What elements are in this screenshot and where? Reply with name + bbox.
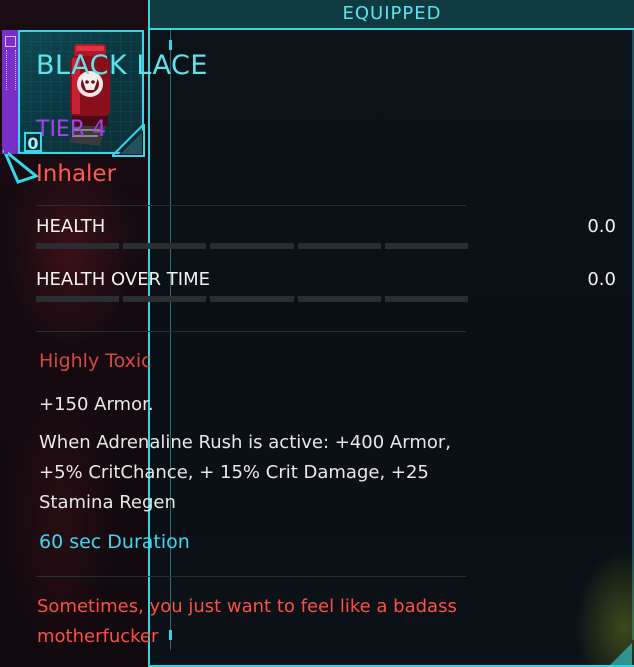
tooltip-corner-accent [610,643,632,665]
stat-bar-health [36,243,469,249]
divider [36,576,466,577]
stat-label-health: HEALTH [36,216,106,237]
slot-pointer-icon [2,140,40,184]
slot-type-icon [5,36,16,47]
divider [36,331,466,332]
item-tier: TIER 4 [36,117,107,142]
rail-tick [169,40,172,50]
item-type: Inhaler [36,161,117,187]
item-title: BLACK LACE [36,50,208,81]
stat-value-health-over-time: 0.0 [587,269,616,290]
stat-label-health-over-time: HEALTH OVER TIME [36,269,210,290]
stat-bar-health-over-time [36,296,469,302]
rarity-bar [2,30,18,154]
divider [36,205,466,206]
toxicity-label: Highly Toxic [39,350,152,372]
slot-corner-accent [112,124,145,157]
stat-value-health: 0.0 [587,216,616,237]
tooltip-header: EQUIPPED [150,0,634,30]
effect-armor: +150 Armor. [39,394,154,415]
rarity-bar-marks [6,50,16,90]
item-tooltip: EQUIPPED [148,0,634,667]
flavor-text: Sometimes, you just want to feel like a … [37,596,457,647]
effect-duration: 60 sec Duration [39,531,190,553]
effect-adrenaline: When Adrenaline Rush is active: +400 Arm… [39,432,451,513]
